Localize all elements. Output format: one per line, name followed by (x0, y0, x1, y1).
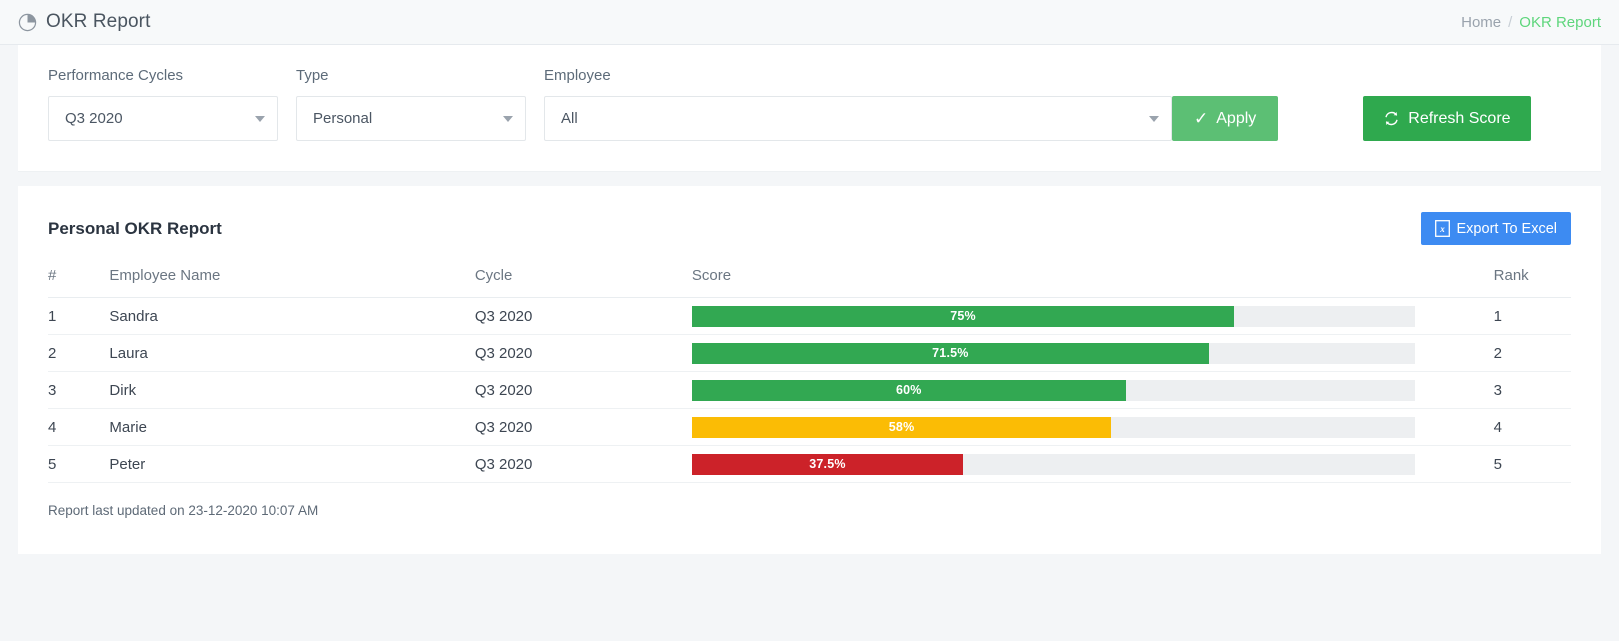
cell-cycle: Q3 2020 (474, 371, 692, 409)
cell-index: 4 (48, 408, 110, 446)
okr-table-body: 1 Sandra Q3 2020 75% 1 2 Laura Q3 2020 71.5% 2 3 Di… (48, 297, 1571, 483)
score-progress-track: 58% (691, 416, 1415, 438)
score-progress-fill: 60% (691, 379, 1126, 401)
label-performance-cycles: Performance Cycles (48, 67, 184, 84)
table-row: 4 Marie Q3 2020 58% 4 (48, 408, 1571, 446)
report-title: Personal OKR Report (48, 218, 222, 238)
cell-cycle: Q3 2020 (474, 297, 692, 335)
breadcrumb-home[interactable]: Home (1461, 14, 1501, 31)
cell-index: 2 (48, 334, 110, 372)
cell-cycle: Q3 2020 (474, 445, 692, 483)
excel-file-icon: x (1434, 220, 1450, 237)
cell-rank: 5 (1475, 445, 1571, 483)
select-performance-cycles[interactable]: Q3 2020 (48, 96, 278, 141)
score-progress-fill: 37.5% (691, 453, 964, 475)
table-row: 2 Laura Q3 2020 71.5% 2 (48, 334, 1571, 372)
pie-chart-icon (18, 13, 37, 32)
score-progress-track: 60% (691, 379, 1415, 401)
score-progress-track: 71.5% (691, 342, 1415, 364)
okr-table-head: # Employee Name Cycle Score Rank (48, 267, 1571, 298)
report-header: Personal OKR Report x Export To Excel (48, 212, 1571, 245)
breadcrumb-current: OKR Report (1519, 13, 1601, 31)
chevron-down-icon (503, 115, 513, 122)
score-progress-fill: 71.5% (691, 342, 1209, 364)
cell-score: 37.5% (691, 445, 1476, 483)
column-header-cycle: Cycle (474, 267, 692, 298)
cell-score: 60% (691, 371, 1476, 409)
cell-employee-name: Sandra (109, 297, 475, 335)
refresh-icon (1383, 110, 1400, 127)
column-header-rank: Rank (1475, 267, 1571, 298)
select-performance-cycles-value: Q3 2020 (65, 110, 123, 127)
score-value-label: 58% (888, 420, 915, 434)
svg-text:x: x (1439, 224, 1445, 234)
cell-rank: 3 (1475, 371, 1571, 409)
label-type: Type (296, 67, 329, 84)
field-type: Type Personal (296, 67, 526, 141)
apply-button[interactable]: ✓ Apply (1172, 96, 1279, 141)
cell-employee-name: Dirk (109, 371, 475, 409)
refresh-score-button-label: Refresh Score (1408, 109, 1511, 127)
column-header-index: # (48, 267, 110, 298)
cell-employee-name: Laura (109, 334, 475, 372)
label-employee: Employee (544, 67, 611, 84)
score-progress-track: 75% (691, 305, 1415, 327)
cell-rank: 4 (1475, 408, 1571, 446)
select-employee[interactable]: All (544, 96, 1172, 141)
column-header-employee: Employee Name (109, 267, 475, 298)
cell-employee-name: Peter (109, 445, 475, 483)
cell-employee-name: Marie (109, 408, 475, 446)
cell-rank: 2 (1475, 334, 1571, 372)
okr-table: # Employee Name Cycle Score Rank 1 Sandra… (48, 267, 1571, 483)
score-value-label: 71.5% (932, 346, 969, 360)
report-footer-note: Report last updated on 23-12-2020 10:07 … (48, 503, 319, 518)
breadcrumb: Home / OKR Report (1461, 14, 1601, 31)
page-title: OKR Report (46, 11, 151, 32)
chevron-down-icon (1149, 115, 1159, 122)
top-bar-left: OKR Report (18, 11, 150, 33)
cell-score: 75% (691, 297, 1476, 335)
cell-cycle: Q3 2020 (474, 408, 692, 446)
select-employee-value: All (561, 110, 578, 127)
field-performance-cycles: Performance Cycles Q3 2020 (48, 67, 278, 141)
cell-index: 5 (48, 445, 110, 483)
chevron-down-icon (255, 115, 265, 122)
score-progress-track: 37.5% (691, 453, 1415, 475)
score-progress-fill: 58% (691, 416, 1112, 438)
table-row: 1 Sandra Q3 2020 75% 1 (48, 297, 1571, 335)
cell-score: 71.5% (691, 334, 1476, 372)
cell-cycle: Q3 2020 (474, 334, 692, 372)
export-to-excel-label: Export To Excel (1456, 220, 1557, 237)
select-type-value: Personal (313, 110, 373, 127)
score-value-label: 75% (950, 309, 976, 323)
field-employee: Employee All (544, 67, 1172, 141)
score-progress-fill: 75% (691, 305, 1235, 327)
top-bar: OKR Report Home / OKR Report (0, 0, 1619, 45)
cell-index: 3 (48, 371, 110, 409)
cell-index: 1 (48, 297, 110, 335)
export-to-excel-button[interactable]: x Export To Excel (1420, 212, 1571, 245)
score-value-label: 37.5% (809, 457, 846, 471)
table-row: 3 Dirk Q3 2020 60% 3 (48, 371, 1571, 409)
select-type[interactable]: Personal (296, 96, 526, 141)
breadcrumb-separator: / (1508, 13, 1513, 31)
cell-score: 58% (691, 408, 1476, 446)
refresh-score-button[interactable]: Refresh Score (1363, 96, 1531, 141)
check-icon: ✓ (1194, 109, 1209, 128)
filter-panel: Performance Cycles Q3 2020 Type Personal… (18, 45, 1601, 172)
cell-rank: 1 (1475, 297, 1571, 335)
table-header-row: # Employee Name Cycle Score Rank (48, 267, 1571, 298)
report-panel: Personal OKR Report x Export To Excel # … (18, 186, 1601, 554)
apply-button-label: Apply (1216, 109, 1257, 127)
column-header-score: Score (691, 267, 1476, 298)
table-row: 5 Peter Q3 2020 37.5% 5 (48, 445, 1571, 483)
score-value-label: 60% (896, 383, 922, 397)
